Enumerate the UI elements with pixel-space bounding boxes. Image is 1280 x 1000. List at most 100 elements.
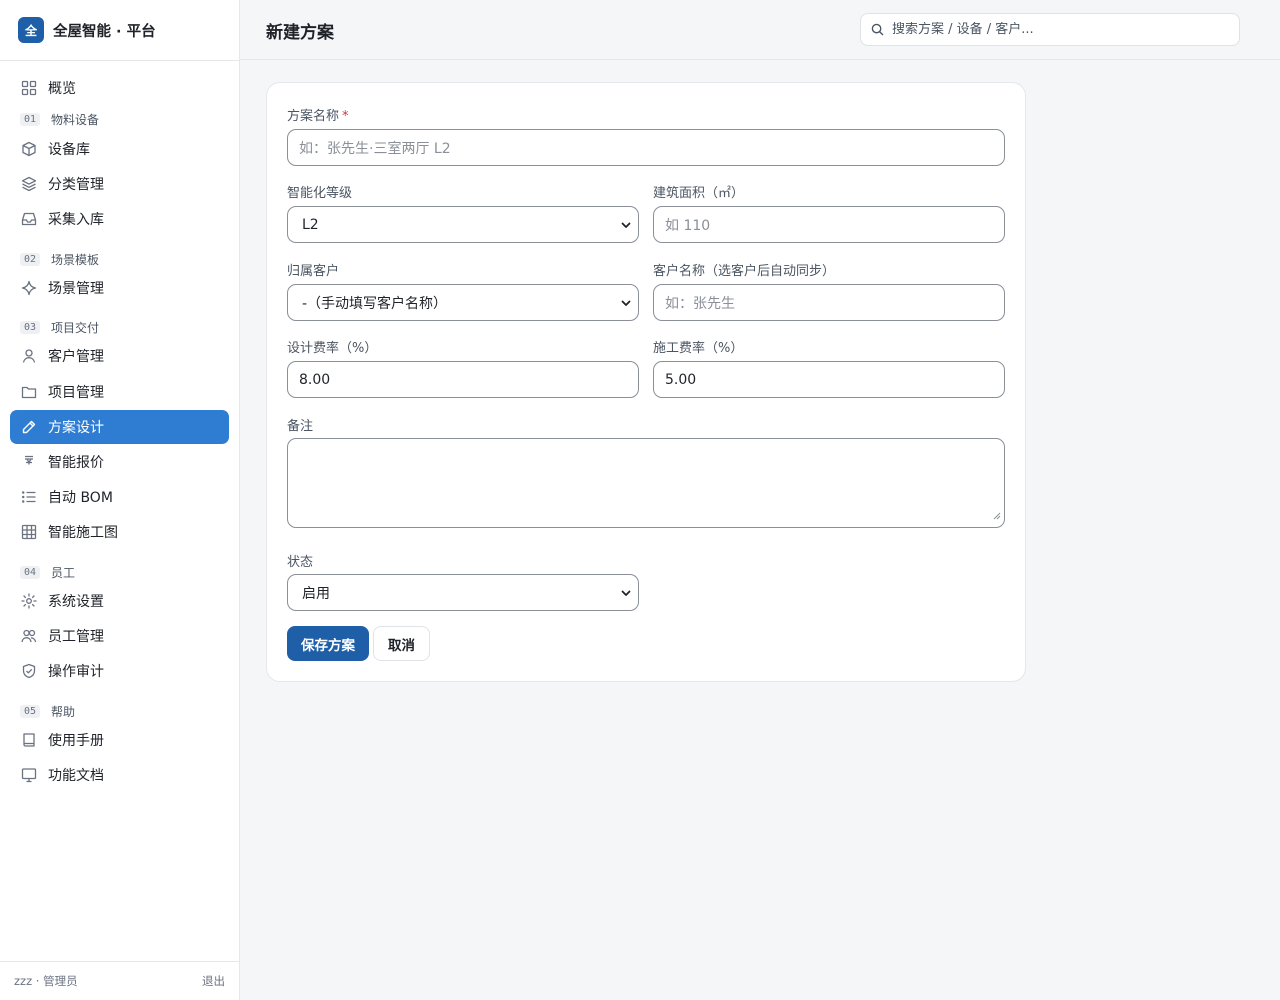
section-label: 物料设备 bbox=[51, 112, 100, 127]
section-number: 05 bbox=[20, 704, 41, 718]
area-label: 建筑面积（㎡） bbox=[653, 186, 745, 201]
customer-label: 归属客户 bbox=[287, 264, 340, 279]
sidebar-item-label: 使用手册 bbox=[48, 733, 104, 749]
customer-select-value: -（手动填写客户名称） bbox=[302, 295, 448, 312]
resize-handle-icon[interactable] bbox=[993, 508, 1001, 524]
inbox-icon bbox=[20, 210, 38, 228]
customer-name-input[interactable]: 如：张先生 bbox=[653, 284, 1005, 321]
sidebar-item-label: 智能施工图 bbox=[48, 525, 118, 541]
current-user: zzz · 管理员 bbox=[14, 974, 78, 988]
monitor-icon bbox=[20, 766, 38, 784]
sparkle-icon bbox=[20, 279, 38, 297]
remark-label: 备注 bbox=[287, 419, 314, 434]
brand: 全 全屋智能 · 平台 bbox=[0, 0, 239, 61]
sidebar-item-category[interactable]: 分类管理 bbox=[10, 167, 229, 201]
sidebar-item-label: 客户管理 bbox=[48, 349, 104, 365]
sidebar-item-manual[interactable]: 使用手册 bbox=[10, 723, 229, 757]
shield-check-icon bbox=[20, 662, 38, 680]
design-fee-label: 设计费率（%） bbox=[287, 341, 378, 356]
area-input[interactable]: 如 110 bbox=[653, 206, 1005, 243]
page-title: 新建方案 bbox=[266, 23, 334, 43]
chevron-down-icon bbox=[620, 587, 632, 599]
pencil-icon bbox=[20, 418, 38, 436]
remark-textarea[interactable] bbox=[287, 438, 1005, 528]
sidebar-section-04: 04 员工 bbox=[20, 564, 75, 580]
grid-icon bbox=[20, 79, 38, 97]
logout-link[interactable]: 退出 bbox=[202, 973, 225, 989]
sidebar-item-label: 项目管理 bbox=[48, 385, 104, 401]
plan-form-card: 方案名称 * 如：张先生·三室两厅 L2 智能化等级 L2 建筑面积（㎡） 如 1… bbox=[266, 82, 1026, 682]
search-box[interactable] bbox=[860, 13, 1240, 46]
chevron-down-icon bbox=[620, 297, 632, 309]
brand-title: 全屋智能 · 平台 bbox=[53, 23, 156, 40]
save-plan-button[interactable]: 保存方案 bbox=[287, 626, 369, 661]
sidebar-item-collect[interactable]: 采集入库 bbox=[10, 202, 229, 236]
sidebar-item-label: 采集入库 bbox=[48, 212, 104, 228]
layers-icon bbox=[20, 175, 38, 193]
section-number: 01 bbox=[20, 112, 41, 126]
table-grid-icon bbox=[20, 523, 38, 541]
sidebar-item-scene[interactable]: 场景管理 bbox=[10, 271, 229, 305]
status-label: 状态 bbox=[287, 555, 314, 570]
customer-name-label: 客户名称（选客户后自动同步） bbox=[653, 264, 836, 279]
gear-icon bbox=[20, 592, 38, 610]
level-select-value: L2 bbox=[302, 216, 319, 233]
sidebar-section-03: 03 项目交付 bbox=[20, 319, 99, 335]
sidebar-item-device-library[interactable]: 设备库 bbox=[10, 132, 229, 166]
sidebar-item-label: 设备库 bbox=[48, 142, 90, 158]
sidebar-section-01: 01 物料设备 bbox=[20, 111, 99, 127]
section-number: 04 bbox=[20, 565, 41, 579]
plan-name-label: 方案名称 * bbox=[287, 105, 349, 124]
status-select[interactable]: 启用 bbox=[287, 574, 639, 611]
sidebar-item-label: 功能文档 bbox=[48, 768, 104, 784]
sidebar-item-plan-design[interactable]: 方案设计 bbox=[10, 410, 229, 444]
build-fee-label: 施工费率（%） bbox=[653, 341, 744, 356]
sidebar-item-customer[interactable]: 客户管理 bbox=[10, 339, 229, 373]
level-select[interactable]: L2 bbox=[287, 206, 639, 243]
required-mark: * bbox=[342, 109, 349, 124]
sidebar-item-audit[interactable]: 操作审计 bbox=[10, 654, 229, 688]
sidebar-item-bom[interactable]: 自动 BOM bbox=[10, 480, 229, 514]
build-fee-input[interactable]: 5.00 bbox=[653, 361, 1005, 398]
customer-select[interactable]: -（手动填写客户名称） bbox=[287, 284, 639, 321]
sidebar-item-label: 智能报价 bbox=[48, 455, 104, 471]
sidebar-item-project[interactable]: 项目管理 bbox=[10, 375, 229, 409]
sidebar-item-overview[interactable]: 概览 bbox=[10, 71, 229, 105]
level-label: 智能化等级 bbox=[287, 186, 353, 201]
sidebar-section-02: 02 场景模板 bbox=[20, 251, 99, 267]
sidebar-item-quote[interactable]: 智能报价 bbox=[10, 445, 229, 479]
sidebar-item-staff[interactable]: 员工管理 bbox=[10, 619, 229, 653]
yen-icon bbox=[20, 453, 38, 471]
sidebar-item-label: 自动 BOM bbox=[48, 490, 113, 506]
sidebar-item-label: 分类管理 bbox=[48, 177, 104, 193]
user-icon bbox=[20, 347, 38, 365]
sidebar-item-label: 员工管理 bbox=[48, 629, 104, 645]
cancel-button[interactable]: 取消 bbox=[373, 626, 430, 661]
brand-logo: 全 bbox=[18, 17, 44, 43]
search-input[interactable] bbox=[892, 22, 1222, 37]
sidebar-item-label: 场景管理 bbox=[48, 281, 104, 297]
section-label: 项目交付 bbox=[51, 320, 100, 335]
chevron-down-icon bbox=[620, 219, 632, 231]
sidebar-section-05: 05 帮助 bbox=[20, 703, 75, 719]
sidebar-item-label: 操作审计 bbox=[48, 664, 104, 680]
sidebar-item-label: 概览 bbox=[48, 81, 76, 97]
sidebar-item-settings[interactable]: 系统设置 bbox=[10, 584, 229, 618]
sidebar-item-docs[interactable]: 功能文档 bbox=[10, 758, 229, 792]
section-label: 帮助 bbox=[51, 704, 76, 719]
book-icon bbox=[20, 731, 38, 749]
sidebar-footer: zzz · 管理员 退出 bbox=[0, 961, 239, 1000]
sidebar-item-label: 系统设置 bbox=[48, 594, 104, 610]
section-number: 03 bbox=[20, 320, 41, 334]
section-label: 员工 bbox=[51, 565, 76, 580]
users-icon bbox=[20, 627, 38, 645]
folder-icon bbox=[20, 383, 38, 401]
search-icon bbox=[871, 23, 884, 36]
box-icon bbox=[20, 140, 38, 158]
design-fee-input[interactable]: 8.00 bbox=[287, 361, 639, 398]
status-select-value: 启用 bbox=[302, 585, 330, 602]
plan-name-input[interactable]: 如：张先生·三室两厅 L2 bbox=[287, 129, 1005, 166]
section-label: 场景模板 bbox=[51, 252, 100, 267]
sidebar-item-label: 方案设计 bbox=[48, 420, 104, 436]
sidebar-item-drawing[interactable]: 智能施工图 bbox=[10, 515, 229, 549]
